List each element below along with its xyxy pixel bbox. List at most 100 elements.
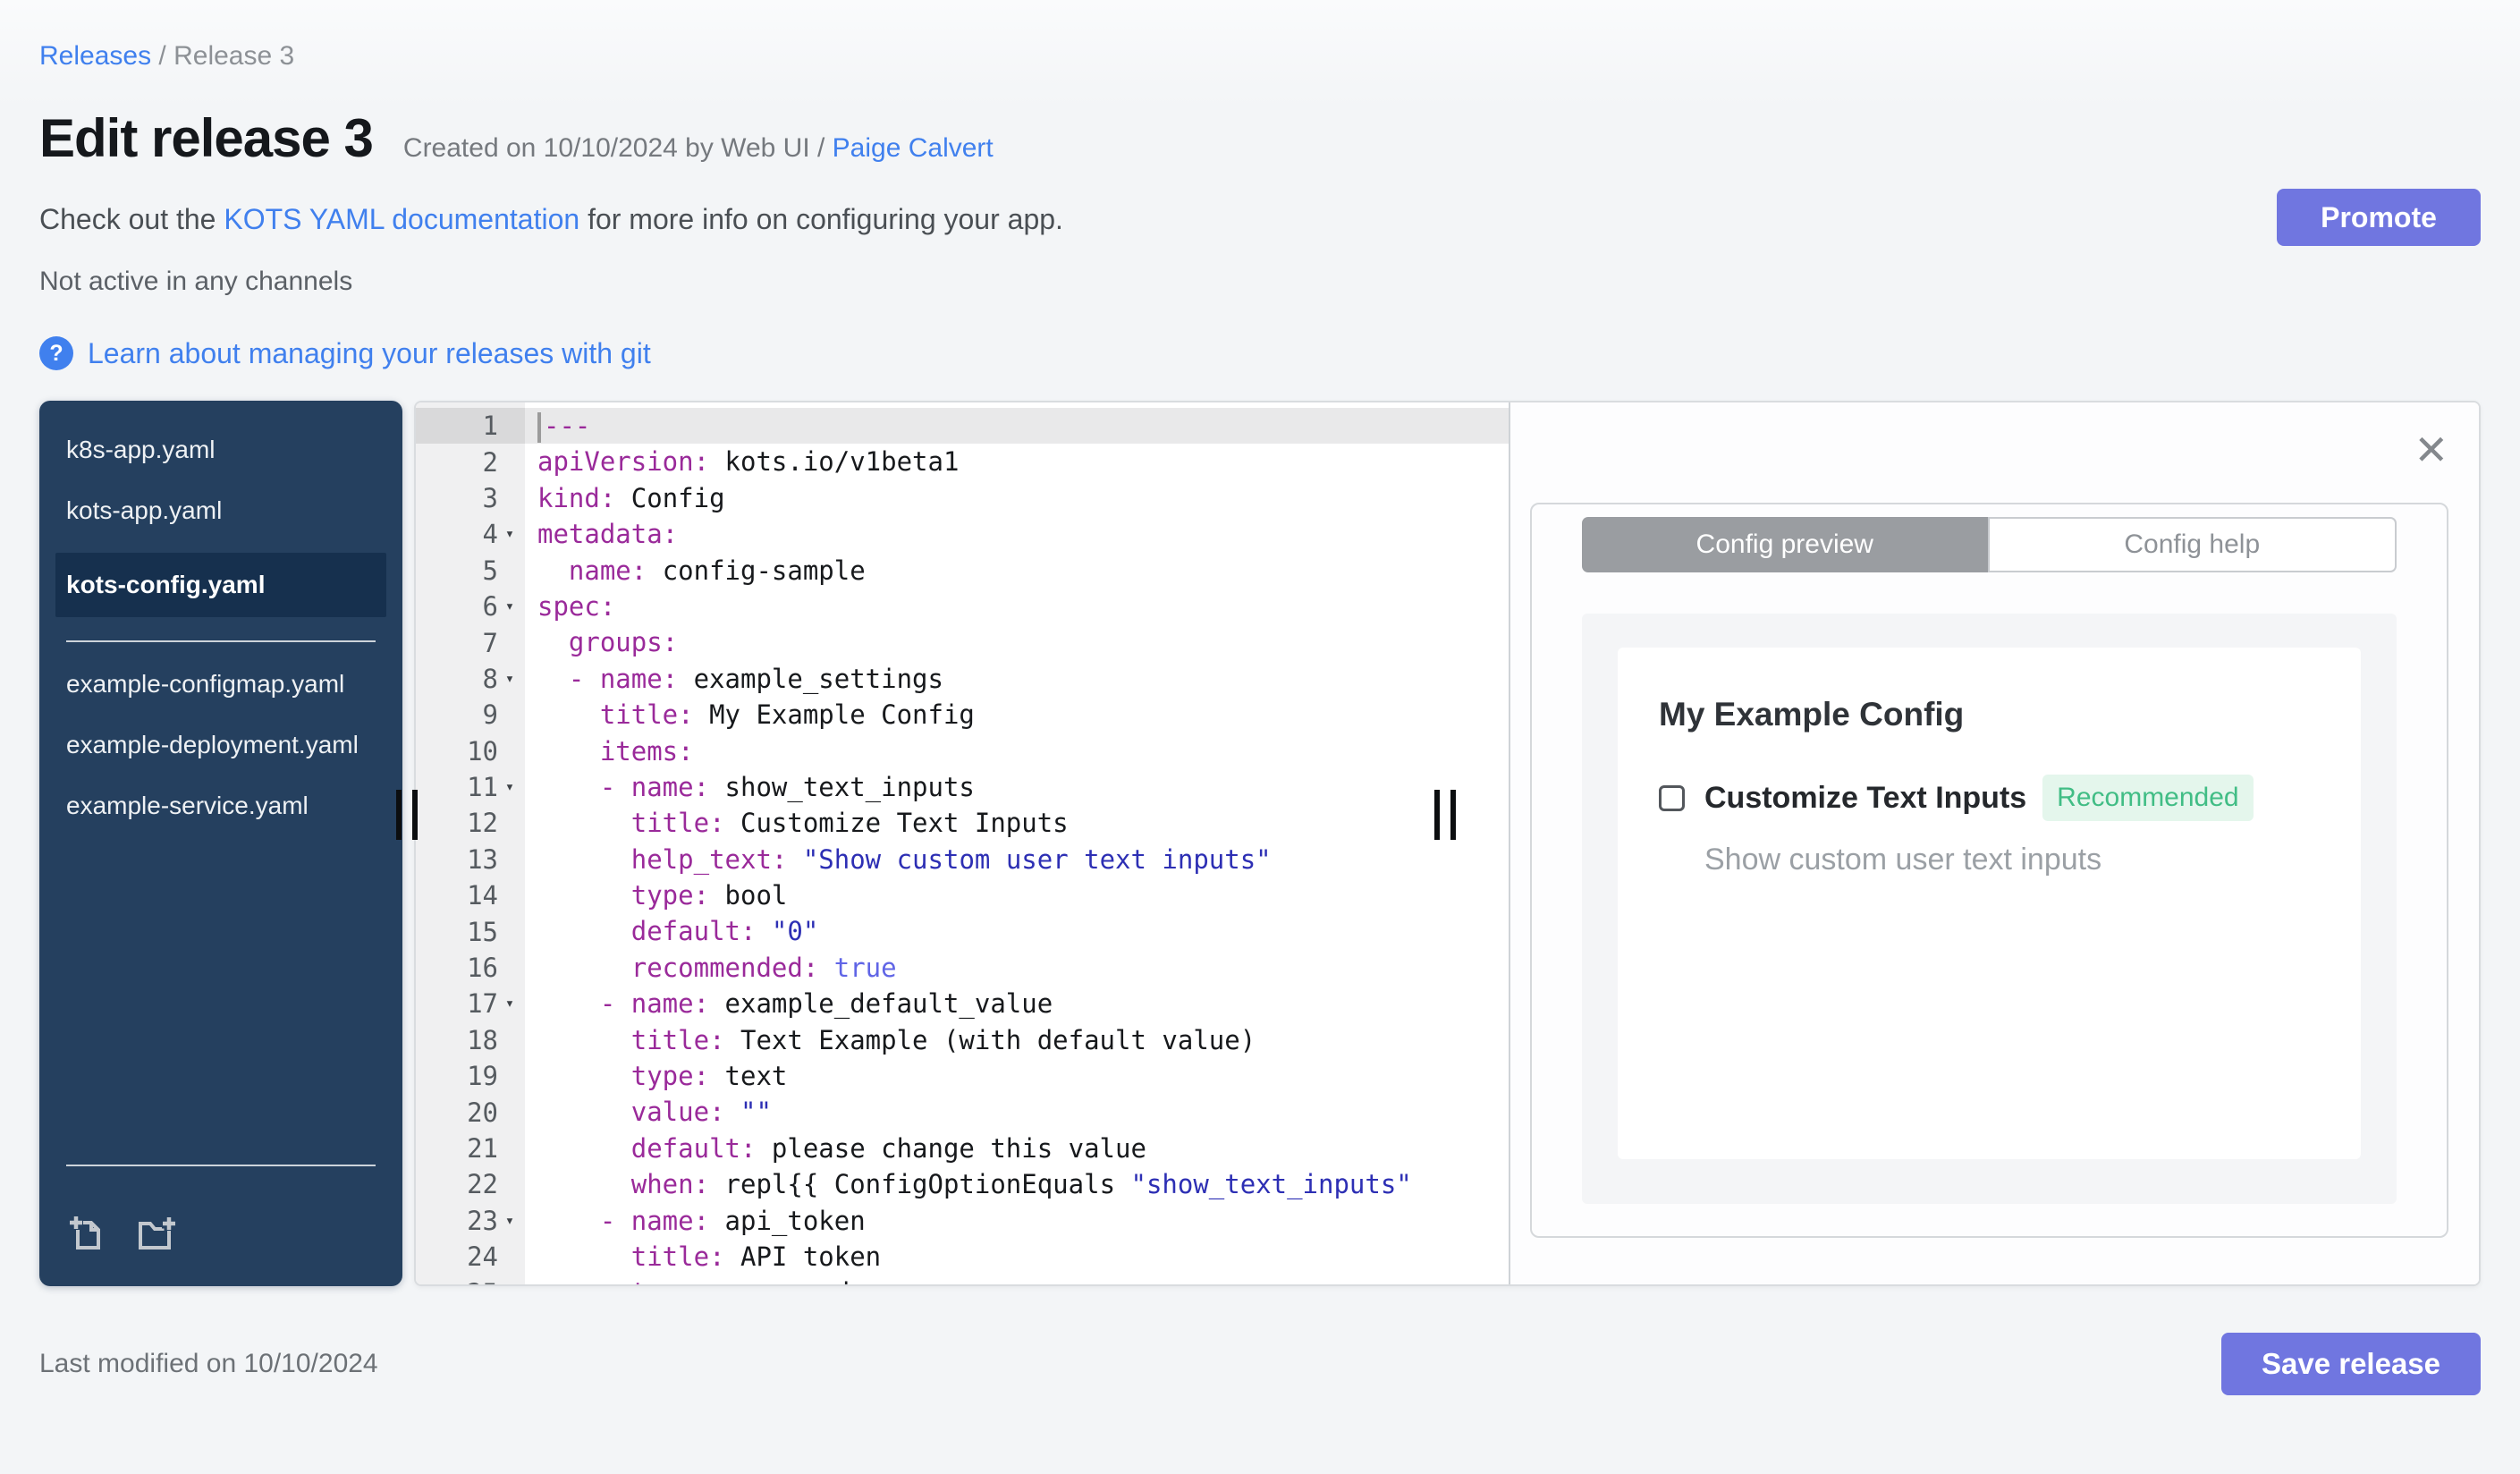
editor-gutter: 1 2 3 4 ▾ 5 6 ▾ 7 8 ▾ 9 10 11 ▾ 12 13 14 15 16 17 ▾ 18 19 20 21 22… [416,402,525,1284]
gutter-line-6[interactable]: 6 ▾ [416,589,525,624]
code-line-22[interactable]: when: repl{{ ConfigOptionEquals "show_te… [525,1166,1509,1202]
fold-arrow-icon[interactable]: ▾ [498,670,521,688]
code-line-1[interactable]: --- [525,408,1509,445]
text-cursor [537,412,541,443]
file-group-bottom: example-configmap.yaml example-deployment… [39,665,402,848]
gutter-line-22: 22 [467,1169,498,1200]
tab-config-preview[interactable]: Config preview [1582,517,1988,572]
code-line-13[interactable]: help_text: "Show custom user text inputs… [525,842,1509,877]
code-line-12[interactable]: title: Customize Text Inputs [525,805,1509,841]
fold-arrow-icon[interactable]: ▾ [498,778,521,796]
preview-content-area: My Example Config Customize Text Inputs … [1582,614,2397,1204]
code-line-14[interactable]: type: bool [525,877,1509,913]
config-option-row: Customize Text Inputs Recommended [1659,775,2320,821]
doc-text-suffix: for more info on configuring your app. [579,203,1063,235]
close-icon[interactable]: ✕ [2414,429,2448,470]
promote-button[interactable]: Promote [2277,189,2481,246]
code-line-24[interactable]: title: API token [525,1239,1509,1275]
gutter-line-7: 7 [482,627,498,658]
footer: Last modified on 10/10/2024 Save release [39,1333,2481,1395]
code-line-11[interactable]: - name: show_text_inputs [525,769,1509,805]
code-line-3[interactable]: kind: Config [525,480,1509,516]
code-line-21[interactable]: default: please change this value [525,1131,1509,1166]
code-line-10[interactable]: items: [525,733,1509,769]
question-mark-icon: ? [39,336,73,370]
file-item-example-configmap-yaml[interactable]: example-configmap.yaml [66,665,376,703]
yaml-editor[interactable]: 1 2 3 4 ▾ 5 6 ▾ 7 8 ▾ 9 10 11 ▾ 12 13 14 15 16 17 ▾ 18 19 20 21 22… [416,402,1509,1284]
gutter-line-15: 15 [467,916,498,947]
breadcrumb: Releases / Release 3 [39,0,2481,72]
gutter-line-5: 5 [482,555,498,586]
file-item-kots-config-yaml[interactable]: kots-config.yaml [55,553,386,617]
last-modified-text: Last modified on 10/10/2024 [39,1349,378,1378]
config-preview-panel: ✕ Config preview Config help My Example C… [1509,402,2479,1284]
gutter-line-14: 14 [467,880,498,911]
page: Releases / Release 3 Edit release 3 Crea… [0,0,2520,1474]
git-help-row: ? Learn about managing your releases wit… [39,336,2481,370]
tab-config-help[interactable]: Config help [1987,517,2397,572]
config-option-label: Customize Text Inputs [1704,780,2027,815]
code-line-2[interactable]: apiVersion: kots.io/v1beta1 [525,444,1509,479]
file-item-example-service-yaml[interactable]: example-service.yaml [66,787,376,825]
gutter-line-17[interactable]: 17 ▾ [416,986,525,1021]
gutter-line-12: 12 [467,808,498,839]
gutter-line-20: 20 [467,1097,498,1128]
author-link[interactable]: Paige Calvert [833,133,994,163]
created-text: Created on 10/10/2024 by Web UI / [402,133,825,163]
file-sidebar: k8s-app.yaml kots-app.yaml kots-config.yam… [39,401,402,1286]
git-releases-link[interactable]: Learn about managing your releases with … [88,337,651,370]
file-item-k8s-app-yaml[interactable]: k8s-app.yaml [66,431,376,469]
file-item-kots-app-yaml[interactable]: kots-app.yaml [66,492,376,529]
doc-text-prefix: Check out the [39,203,224,235]
gutter-line-13: 13 [467,843,498,875]
preview-box: Config preview Config help My Example Con… [1530,503,2448,1238]
preview-resize-handle[interactable] [1434,790,1456,840]
code-line-18[interactable]: title: Text Example (with default value) [525,1022,1509,1058]
gutter-line-21: 21 [467,1133,498,1164]
new-folder-icon[interactable] [136,1213,179,1256]
code-line-6[interactable]: spec: [525,589,1509,624]
code-line-25[interactable]: type: password [525,1275,1509,1284]
gutter-line-18: 18 [467,1024,498,1055]
gutter-line-4[interactable]: 4 ▾ [416,516,525,552]
gutter-line-8[interactable]: 8 ▾ [416,661,525,697]
code-line-5[interactable]: name: config-sample [525,553,1509,589]
new-file-icon[interactable] [66,1213,109,1256]
code-line-16[interactable]: recommended: true [525,950,1509,986]
sidebar-divider [66,640,376,642]
gutter-line-2: 2 [482,446,498,478]
editor-code[interactable]: --- apiVersion: kots.io/v1beta1 kind: Conf… [525,402,1509,1284]
created-info: Created on 10/10/2024 by Web UI / Paige … [403,133,994,164]
gutter-line-19: 19 [467,1061,498,1092]
code-line-8[interactable]: - name: example_settings [525,661,1509,697]
customize-text-inputs-checkbox[interactable] [1659,784,1685,811]
fold-arrow-icon[interactable]: ▾ [498,525,521,543]
code-line-23[interactable]: - name: api_token [525,1203,1509,1239]
breadcrumb-releases-link[interactable]: Releases [39,41,151,71]
fold-arrow-icon[interactable]: ▾ [498,1212,521,1230]
recommended-badge: Recommended [2042,775,2254,821]
gutter-line-25: 25 [416,1275,525,1284]
sidebar-resize-handle[interactable] [396,790,418,840]
fold-arrow-icon[interactable]: ▾ [498,995,521,1012]
code-line-15[interactable]: default: "0" [525,913,1509,949]
preview-tabs: Config preview Config help [1582,517,2397,572]
gutter-line-11[interactable]: 11 ▾ [416,769,525,805]
channel-status: Not active in any channels [39,267,353,296]
code-line-7[interactable]: groups: [525,624,1509,660]
workspace: k8s-app.yaml kots-app.yaml kots-config.yam… [39,401,2481,1286]
breadcrumb-separator: / [158,41,166,71]
gutter-line-24: 24 [467,1241,498,1273]
fold-arrow-icon[interactable]: ▾ [498,597,521,615]
code-line-4[interactable]: metadata: [525,516,1509,552]
code-line-19[interactable]: type: text [525,1058,1509,1094]
file-group-top: k8s-app.yaml kots-app.yaml kots-config.yam… [39,431,402,617]
file-item-example-deployment-yaml[interactable]: example-deployment.yaml [66,726,376,764]
code-line-9[interactable]: title: My Example Config [525,697,1509,733]
gutter-line-23[interactable]: 23 ▾ [416,1203,525,1239]
code-line-17[interactable]: - name: example_default_value [525,986,1509,1021]
kots-yaml-doc-link[interactable]: KOTS YAML documentation [224,203,579,235]
code-line-20[interactable]: value: "" [525,1094,1509,1130]
save-release-button[interactable]: Save release [2221,1333,2481,1395]
